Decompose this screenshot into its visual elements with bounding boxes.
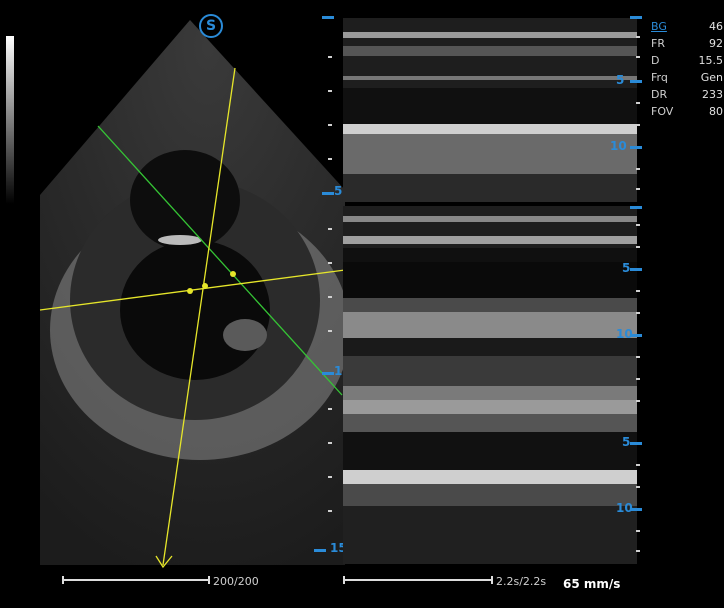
param-label-fov: FOV: [651, 105, 674, 118]
caliper-point-1[interactable]: [187, 288, 193, 294]
chamber-upper: [130, 150, 240, 250]
mmode-bottom-depth-5a: 5: [622, 261, 631, 275]
param-value-dr: 233: [702, 88, 723, 101]
caliper-point-2[interactable]: [202, 283, 208, 289]
param-label-fr: FR: [651, 37, 665, 50]
mmode-panel-bottom: [343, 206, 637, 564]
param-row-d: D 15.5: [651, 52, 723, 69]
sector-depth-ruler: 5 10 15: [314, 10, 351, 560]
param-label-d: D: [651, 54, 660, 67]
depth-tick-10: [322, 372, 334, 375]
sector-image: [39, 20, 345, 569]
mmode-bottom-depth-ruler: 5 10 5 10: [600, 206, 648, 564]
param-row-fr: FR 92: [651, 35, 723, 52]
param-row-fov: FOV 80: [651, 103, 723, 120]
depth-tick-top: [322, 16, 334, 19]
param-label-frq: Frq: [651, 71, 668, 84]
parameter-readout: BG 46 FR 92 D 15.5 Frq Gen DR 233 FOV 80: [651, 18, 723, 120]
probe-orientation-icon: S: [199, 14, 223, 38]
mmode-bottom-depth-10a: 10: [616, 327, 633, 341]
param-value-frq: Gen: [700, 71, 723, 84]
sweep-speed-label: 65 mm/s: [563, 577, 621, 591]
sector-scale-label: 200/200: [213, 575, 259, 588]
mmode-top-depth-5: 5: [616, 73, 625, 87]
param-value-fov: 80: [709, 105, 723, 118]
caliper-point-3[interactable]: [230, 271, 236, 277]
valve-echo: [223, 319, 267, 351]
param-row-frq: Frq Gen: [651, 69, 723, 86]
mmode-top-depth-ruler: 5 10: [608, 16, 648, 204]
param-value-bg: 46: [709, 20, 723, 33]
param-row-dr: DR 233: [651, 86, 723, 103]
param-label-dr: DR: [651, 88, 668, 101]
depth-tick-15: [314, 549, 326, 552]
mmode-bottom-depth-5b: 5: [622, 435, 631, 449]
valve-leaflet: [158, 235, 202, 245]
chamber-lower: [120, 240, 270, 380]
param-row-bg: BG 46: [651, 18, 723, 35]
param-value-fr: 92: [709, 37, 723, 50]
depth-label-5: 5: [334, 184, 343, 198]
mmode-top-depth-10: 10: [610, 139, 627, 153]
param-label-bg[interactable]: BG: [651, 18, 667, 35]
mmode-scale-label: 2.2s/2.2s: [496, 575, 547, 588]
depth-tick-5: [322, 192, 334, 195]
mmode-panel-top: [343, 18, 637, 202]
param-value-d: 15.5: [698, 54, 724, 67]
mmode-bottom-depth-10b: 10: [616, 501, 633, 515]
